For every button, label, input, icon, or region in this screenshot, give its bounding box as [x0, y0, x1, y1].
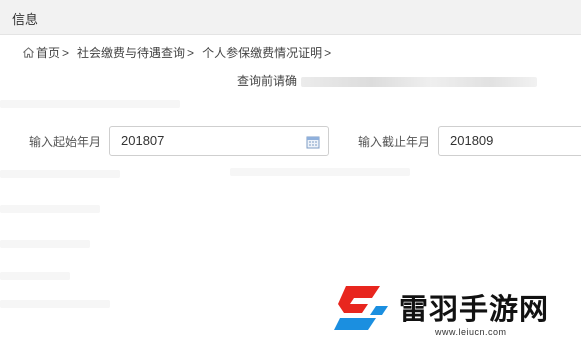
start-month-label: 输入起始年月	[29, 135, 102, 149]
query-notice-text: 查询前请确	[237, 74, 298, 88]
page-title: 信息	[12, 12, 39, 27]
watermark-url: www.leiucn.com	[435, 327, 507, 337]
breadcrumb: 首页 > 社会缴费与待遇查询 > 个人参保缴费情况证明 >	[22, 44, 339, 60]
redacted-text	[301, 76, 538, 87]
query-notice: 查询前请确	[237, 72, 538, 89]
breadcrumb-insurance-certificate[interactable]: 个人参保缴费情况证明	[202, 46, 322, 60]
breadcrumb-social-payment[interactable]: 社会缴费与待遇查询	[77, 46, 185, 60]
watermark-brand: 雷羽手游网	[399, 292, 550, 326]
start-month-input[interactable]	[121, 133, 291, 148]
end-month-input[interactable]	[450, 133, 581, 148]
breadcrumb-home[interactable]: 首页	[36, 46, 60, 60]
breadcrumb-separator: >	[62, 45, 70, 60]
top-bar: 信息	[0, 0, 581, 35]
end-month-field[interactable]	[438, 126, 581, 156]
end-month-label: 输入截止年月	[358, 135, 431, 149]
home-icon[interactable]	[22, 46, 35, 59]
breadcrumb-separator: >	[187, 45, 195, 60]
start-month-field[interactable]	[109, 126, 329, 156]
calendar-icon[interactable]	[306, 135, 320, 149]
watermark-logo-icon	[334, 286, 388, 330]
breadcrumb-separator: >	[324, 45, 332, 60]
